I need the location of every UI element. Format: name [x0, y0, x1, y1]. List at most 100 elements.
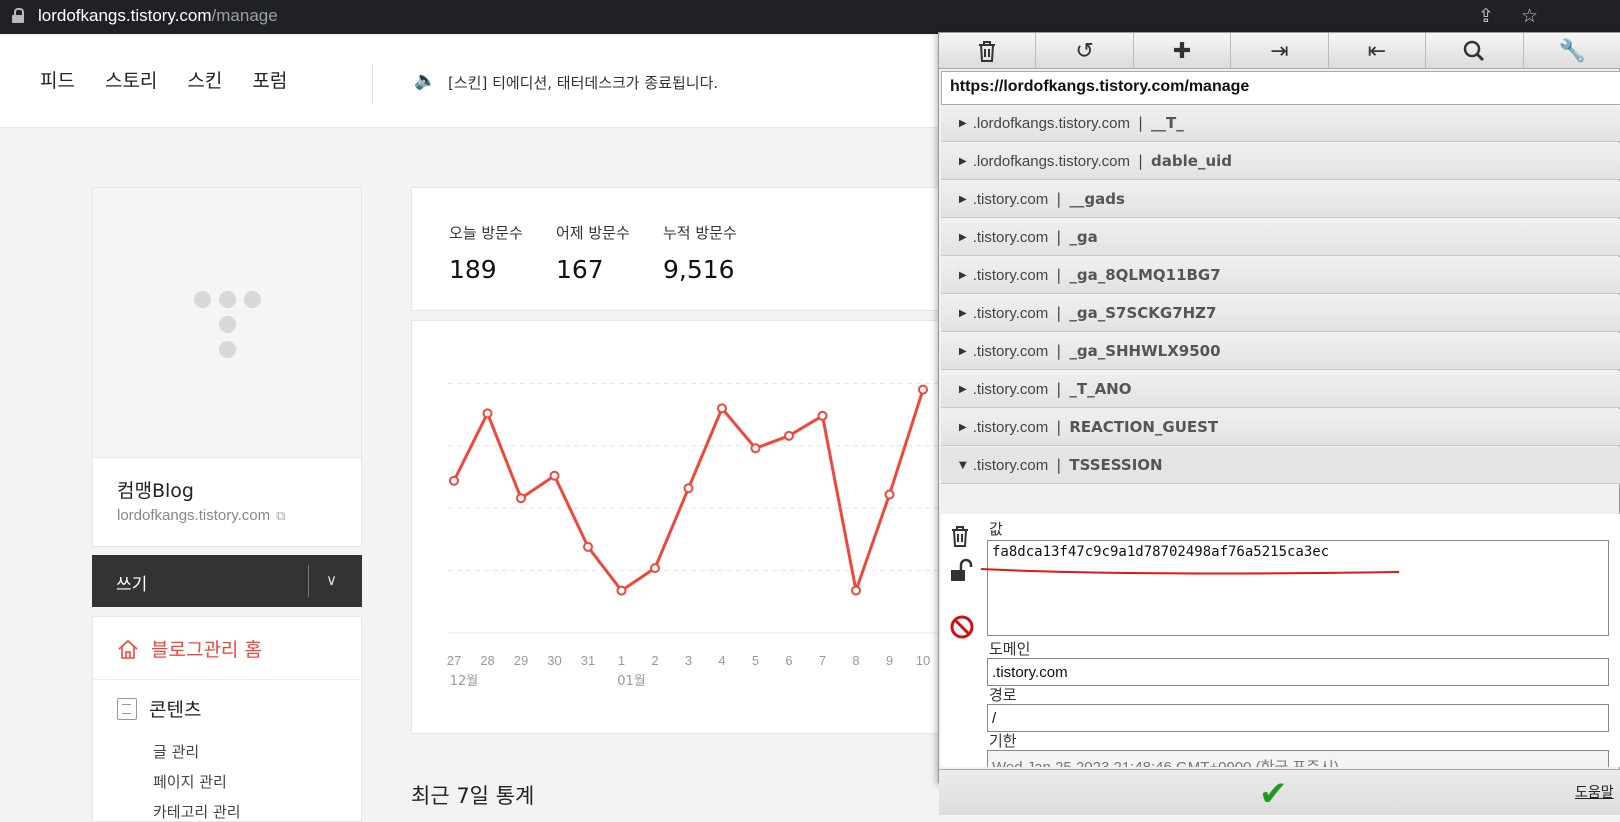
cookie-row[interactable]: ▼ .tistory.com | TSSESSION	[941, 447, 1620, 484]
blog-domain: lordofkangs.tistory.com	[117, 507, 271, 524]
data-point[interactable]	[683, 483, 694, 494]
cookie-separator: |	[1056, 418, 1062, 436]
block-icon[interactable]	[949, 614, 975, 640]
cookie-name: TSSESSION	[1069, 456, 1163, 474]
collapsed-triangle-icon[interactable]: ▶	[959, 194, 967, 205]
x-tick-label: 30	[547, 653, 561, 668]
x-tick-label: 31	[581, 653, 595, 668]
cookie-row[interactable]: ▶ .lordofkangs.tistory.com | dable_uid	[941, 143, 1620, 180]
share-icon[interactable]: ⇪	[1478, 5, 1494, 27]
cookie-value-textarea[interactable]: fa8dca13f47c9c9a1d78702498af76a5215ca3ec	[987, 540, 1609, 636]
data-point[interactable]	[650, 563, 660, 574]
cookie-name: REACTION_GUEST	[1069, 418, 1219, 436]
data-point[interactable]	[583, 541, 593, 552]
unlock-icon[interactable]	[949, 558, 975, 584]
export-button[interactable]: ⇤	[1329, 33, 1427, 69]
data-point[interactable]	[449, 475, 459, 486]
cookie-expires-input[interactable]: Wed Jan 25 2023 21:48:46 GMT+0900 (한국 표준…	[987, 750, 1609, 767]
sidebar-item-categories[interactable]: 카테고리 관리	[153, 801, 241, 822]
collapsed-triangle-icon[interactable]: ▶	[959, 384, 967, 395]
cookie-name: _T_ANO	[1069, 380, 1132, 398]
options-button[interactable]: 🔧	[1524, 33, 1620, 69]
cookie-row[interactable]: ▶ .tistory.com | _ga_8QLMQ11BG7	[941, 257, 1620, 294]
chevron-down-icon[interactable]: ∨	[326, 571, 337, 589]
cookie-row[interactable]: ▶ .lordofkangs.tistory.com | __T_	[941, 105, 1620, 142]
data-point[interactable]	[918, 384, 928, 395]
nav-story[interactable]: 스토리	[105, 66, 157, 93]
notice-text[interactable]: [스킨] 티에디션, 태터데스크가 종료됩니다.	[448, 72, 718, 93]
import-button[interactable]: ⇥	[1231, 33, 1329, 69]
cookie-row[interactable]: ▶ .tistory.com | _ga_SHHWLX9500	[941, 333, 1620, 370]
cookie-row[interactable]: ▶ .tistory.com | __gads	[941, 181, 1620, 218]
data-point[interactable]	[817, 410, 828, 421]
cookie-detail: 값 fa8dca13f47c9c9a1d78702498af76a5215ca3…	[941, 514, 1620, 767]
recent-stats-title: 최근 7일 통계	[411, 784, 535, 808]
stat-total-value: 9,516	[663, 255, 735, 284]
cookie-separator: |	[1137, 152, 1144, 170]
delete-cookie-icon[interactable]	[949, 524, 971, 548]
stat-yesterday: 어제 방문수 167	[556, 222, 630, 284]
star-icon[interactable]: ☆	[1521, 5, 1538, 27]
cookie-domain: .tistory.com	[972, 305, 1049, 322]
browser-address-bar[interactable]: lordofkangs.tistory.com/manage ⇪ ☆	[0, 0, 1620, 34]
data-point[interactable]	[717, 403, 727, 414]
collapsed-triangle-icon[interactable]: ▶	[959, 232, 967, 243]
cookie-name: _ga_8QLMQ11BG7	[1069, 266, 1221, 284]
document-icon	[117, 697, 137, 720]
collapsed-triangle-icon[interactable]: ▶	[959, 308, 967, 319]
expires-label: 기한	[989, 732, 1017, 750]
nav-feed[interactable]: 피드	[40, 66, 75, 93]
sidebar-item-home[interactable]: 블로그관리 홈	[117, 635, 262, 662]
cookie-separator: |	[1137, 114, 1144, 132]
add-cookie-button[interactable]: ✚	[1134, 33, 1232, 69]
cookie-editor-panel: ↺ ✚ ⇥ ⇤ 🔧 https://lordofkangs.tistory.co…	[938, 32, 1620, 815]
nav-forum[interactable]: 포럼	[252, 66, 287, 93]
value-label: 값	[989, 520, 1003, 538]
wrench-icon: 🔧	[1558, 38, 1586, 64]
collapsed-triangle-icon[interactable]: ▶	[959, 346, 967, 357]
data-point[interactable]	[482, 408, 493, 419]
cookie-row[interactable]: ▶ .tistory.com | _ga_S7SCKG7HZ7	[941, 295, 1620, 332]
search-button[interactable]	[1426, 33, 1524, 69]
cookie-separator: |	[1056, 380, 1062, 398]
stat-yesterday-label: 어제 방문수	[556, 224, 630, 242]
data-point[interactable]	[884, 489, 895, 500]
sidebar-item-contents[interactable]: 콘텐츠	[117, 695, 201, 722]
month-label: 01월	[617, 674, 646, 689]
cookie-row[interactable]: ▶ .tistory.com | _T_ANO	[941, 371, 1620, 408]
cookie-separator: |	[1056, 342, 1062, 360]
help-link[interactable]: 도움말	[1575, 782, 1614, 802]
blog-domain-link[interactable]: lordofkangs.tistory.com ⧉	[117, 507, 285, 524]
blog-name[interactable]: 컴맹Blog	[117, 476, 194, 503]
cookie-domain-input[interactable]: .tistory.com	[987, 658, 1609, 686]
data-point[interactable]	[784, 430, 794, 441]
reset-button[interactable]: ↺	[1036, 33, 1134, 69]
collapsed-triangle-icon[interactable]: ▶	[959, 118, 967, 129]
expanded-triangle-icon[interactable]: ▼	[959, 460, 967, 471]
write-button[interactable]: 쓰기 ∨	[92, 555, 362, 607]
cookie-url-field[interactable]: https://lordofkangs.tistory.com/manage	[941, 71, 1620, 105]
data-point[interactable]	[851, 585, 861, 596]
cookie-domain: .tistory.com	[972, 343, 1049, 360]
cookie-row[interactable]: ▶ .tistory.com | REACTION_GUEST	[941, 409, 1620, 446]
cookie-path-input[interactable]: /	[987, 704, 1609, 732]
cookie-name: dable_uid	[1151, 152, 1233, 170]
cookie-row[interactable]: ▶ .tistory.com | _ga	[941, 219, 1620, 256]
collapsed-triangle-icon[interactable]: ▶	[959, 270, 967, 281]
sidebar-item-pages[interactable]: 페이지 관리	[153, 771, 227, 792]
delete-all-button[interactable]	[939, 33, 1037, 69]
save-check-icon[interactable]: ✔	[1259, 774, 1288, 814]
address-url[interactable]: lordofkangs.tistory.com/manage	[38, 6, 278, 26]
nav-skin[interactable]: 스킨	[187, 66, 222, 93]
sidebar-item-posts[interactable]: 글 관리	[153, 741, 199, 762]
data-point[interactable]	[549, 470, 560, 481]
x-tick-label: 29	[514, 653, 528, 668]
data-point[interactable]	[516, 493, 526, 504]
data-point[interactable]	[616, 585, 627, 596]
stat-today-label: 오늘 방문수	[449, 224, 523, 242]
x-tick-label: 7	[819, 653, 826, 668]
cookie-domain: .lordofkangs.tistory.com	[972, 115, 1130, 132]
data-point[interactable]	[750, 443, 761, 454]
collapsed-triangle-icon[interactable]: ▶	[959, 422, 967, 433]
collapsed-triangle-icon[interactable]: ▶	[959, 156, 967, 167]
